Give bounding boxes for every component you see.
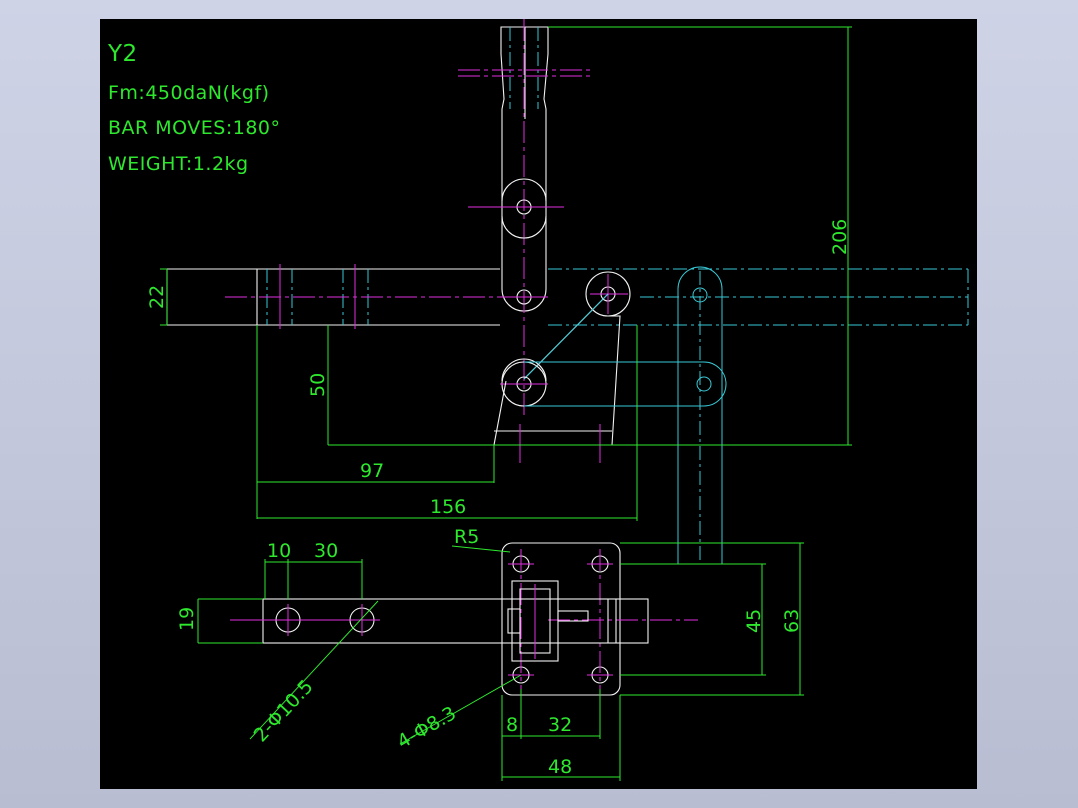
dim-48: 48 [548, 756, 572, 778]
dim-30: 30 [314, 540, 338, 562]
dim-156: 156 [430, 496, 466, 518]
dim-50: 50 [307, 373, 329, 397]
dim-10: 10 [267, 540, 291, 562]
dim-63: 63 [781, 609, 803, 633]
dim-97: 97 [360, 460, 384, 482]
dim-r5: R5 [454, 526, 479, 548]
dim-8: 8 [506, 714, 518, 736]
dim-45: 45 [743, 609, 765, 633]
clamp-drawing-svg: 206 22 50 97 156 10 30 19 2-Φ10.5 4-Φ8.3… [146, 19, 969, 781]
clamp-base-outline [493, 315, 621, 446]
dim-32: 32 [548, 714, 572, 736]
dim-206: 206 [829, 219, 851, 255]
side-view: 206 22 50 97 156 [146, 19, 969, 565]
top-view: 10 30 19 2-Φ10.5 4-Φ8.3 R5 45 63 8 32 48 [176, 526, 804, 781]
dim-22: 22 [146, 285, 168, 309]
dim-holes-base: 4-Φ8.3 [394, 702, 461, 753]
cad-drawing-canvas: Y2 Fm:450daN(kgf) BAR MOVES:180° WEIGHT:… [100, 19, 977, 789]
dim-holes-bar: 2-Φ10.5 [250, 676, 318, 747]
dim-19: 19 [176, 607, 198, 631]
